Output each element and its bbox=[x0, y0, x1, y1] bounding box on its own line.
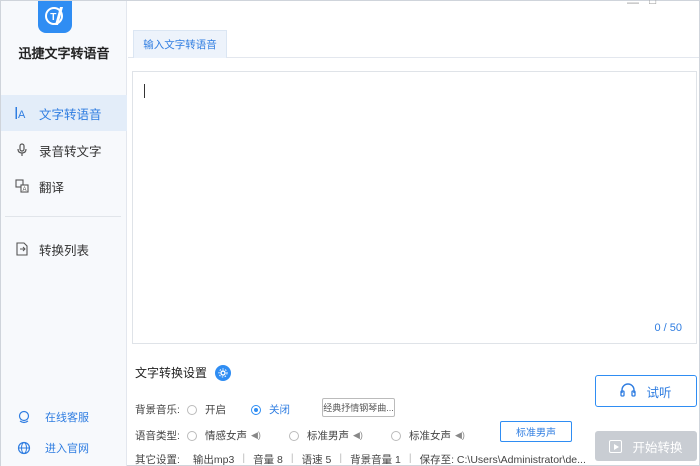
text-caret bbox=[144, 84, 145, 98]
settings-title-text: 文字转换设置 bbox=[135, 366, 208, 380]
speaker-icon[interactable]: ◀) bbox=[353, 430, 363, 441]
sidebar-item-translate[interactable]: A 翻译 bbox=[1, 168, 127, 204]
other-settings-row: 其它设置: 输出mp3 | 音量 8 | 语速 5 | 背景音量 1 | 保存至: C:… bbox=[135, 452, 586, 466]
svg-text:T: T bbox=[50, 12, 56, 23]
bg-music-row: 背景音乐: 开启 关闭 bbox=[135, 402, 290, 417]
bg-music-label: 背景音乐: bbox=[135, 404, 180, 416]
app-window: — □ T 迅捷文字转语音 A 文字转语音 录音转文字 A 翻译 转换列表 在线… bbox=[0, 0, 700, 466]
online-support-label: 在线客服 bbox=[45, 412, 89, 424]
voice-option-label: 标准男声 bbox=[307, 430, 349, 442]
globe-icon bbox=[17, 441, 31, 455]
radio-selected-icon bbox=[251, 404, 261, 415]
voice-type-label: 语音类型: bbox=[135, 430, 180, 442]
sidebar-item-label: 文字转语音 bbox=[39, 107, 102, 122]
start-convert-button[interactable]: 开始转换 bbox=[595, 431, 697, 461]
voice-type-row: 语音类型: 情感女声 ◀) 标准男声 ◀) 标准女声 ◀) bbox=[135, 428, 465, 443]
setting-bg-volume[interactable]: 背景音量 1 bbox=[350, 452, 401, 466]
app-title: 迅捷文字转语音 bbox=[18, 46, 110, 61]
sidebar-item-label: 转换列表 bbox=[39, 243, 90, 258]
settings-section-title: 文字转换设置 bbox=[135, 364, 232, 381]
svg-text:A: A bbox=[18, 109, 26, 120]
voice-select-button[interactable]: 标准男声 bbox=[500, 421, 572, 442]
tab-text-input[interactable]: 输入文字转语音 bbox=[133, 30, 227, 58]
bg-music-on-radio[interactable]: 开启 bbox=[187, 402, 251, 417]
bg-music-off-radio[interactable]: 关闭 bbox=[251, 402, 290, 417]
setting-volume[interactable]: 音量 8 bbox=[253, 452, 283, 466]
setting-format[interactable]: 输出mp3 bbox=[193, 452, 234, 466]
bg-music-track-select[interactable]: 经典抒情钢琴曲... bbox=[322, 398, 395, 417]
online-support-link[interactable]: 在线客服 bbox=[17, 408, 89, 426]
official-site-label: 进入官网 bbox=[45, 443, 89, 455]
char-counter: 0 / 50 bbox=[654, 322, 682, 334]
svg-text:A: A bbox=[23, 187, 27, 193]
bg-music-off-label: 关闭 bbox=[269, 404, 290, 416]
other-settings-label: 其它设置: bbox=[135, 454, 180, 466]
speaker-icon[interactable]: ◀) bbox=[251, 430, 261, 441]
app-logo: T bbox=[38, 1, 72, 33]
listen-button[interactable]: 试听 bbox=[595, 375, 697, 407]
voice-option-label: 标准女声 bbox=[409, 430, 451, 442]
text-input-area[interactable]: 0 / 50 bbox=[132, 71, 697, 344]
setting-speed[interactable]: 语速 5 bbox=[302, 452, 332, 466]
bg-music-on-label: 开启 bbox=[205, 404, 226, 416]
sidebar: T 迅捷文字转语音 A 文字转语音 录音转文字 A 翻译 转换列表 在线客服 进… bbox=[1, 1, 127, 466]
speaker-icon[interactable]: ◀) bbox=[455, 430, 465, 441]
sidebar-divider bbox=[5, 216, 121, 217]
listen-label: 试听 bbox=[646, 385, 672, 400]
setting-save-path[interactable]: 保存至: C:\Users\Administrator\de... bbox=[420, 452, 586, 466]
translate-icon: A bbox=[14, 178, 30, 194]
start-label: 开始转换 bbox=[632, 440, 683, 455]
microphone-icon bbox=[14, 142, 30, 158]
radio-icon bbox=[187, 430, 197, 441]
logo-icon: T bbox=[45, 7, 63, 25]
play-icon bbox=[609, 439, 623, 453]
voice-emotional-female-radio[interactable]: 情感女声 ◀) bbox=[187, 428, 289, 443]
sidebar-item-text-to-speech[interactable]: A 文字转语音 bbox=[1, 95, 127, 131]
official-site-link[interactable]: 进入官网 bbox=[17, 439, 89, 457]
radio-icon bbox=[187, 404, 197, 415]
voice-standard-male-radio[interactable]: 标准男声 ◀) bbox=[289, 428, 391, 443]
sidebar-item-label: 翻译 bbox=[39, 180, 65, 195]
text-icon: A bbox=[14, 105, 30, 121]
voice-option-label: 情感女声 bbox=[205, 430, 247, 442]
sidebar-item-label: 录音转文字 bbox=[39, 144, 102, 159]
list-icon bbox=[14, 241, 30, 257]
sidebar-item-speech-to-text[interactable]: 录音转文字 bbox=[1, 132, 127, 168]
radio-icon bbox=[289, 430, 299, 441]
headset-icon bbox=[17, 410, 31, 424]
sidebar-item-conversion-list[interactable]: 转换列表 bbox=[1, 231, 127, 267]
radio-icon bbox=[391, 430, 401, 441]
headphones-icon bbox=[620, 382, 637, 400]
tab-bar: 输入文字转语音 bbox=[128, 1, 699, 58]
gear-icon[interactable] bbox=[215, 364, 232, 381]
voice-standard-female-radio[interactable]: 标准女声 ◀) bbox=[391, 428, 465, 443]
